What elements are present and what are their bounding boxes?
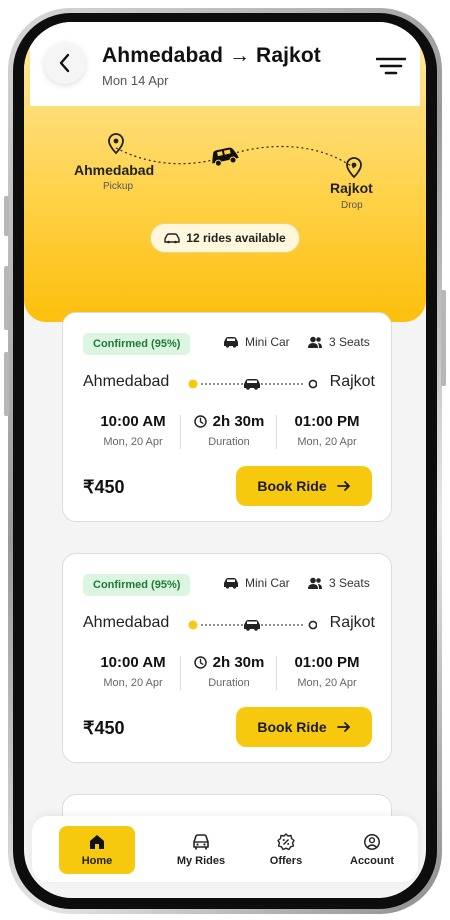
bottom-navigation: Home My Rides Offers Account bbox=[32, 816, 418, 882]
divider bbox=[276, 656, 277, 690]
divider bbox=[276, 415, 277, 449]
ride-price: ₹450 bbox=[83, 718, 125, 738]
duration-text: 2h 30m bbox=[212, 413, 265, 430]
arrow-right-icon bbox=[336, 481, 350, 491]
arrival-date: Mon, 20 Apr bbox=[297, 436, 357, 448]
account-icon bbox=[364, 834, 380, 850]
phone-side-button bbox=[441, 290, 446, 386]
car-icon bbox=[193, 834, 209, 850]
phone-side-button bbox=[4, 352, 9, 416]
travel-date: Mon 14 Apr bbox=[102, 73, 169, 88]
duration-label: Duration bbox=[208, 677, 250, 689]
destination-city: Rajkot bbox=[330, 180, 373, 196]
nav-account[interactable]: Account bbox=[334, 826, 410, 874]
phone-side-button bbox=[4, 266, 9, 330]
back-button[interactable] bbox=[44, 42, 86, 84]
ride-times: 10:00 AM Mon, 20 Apr 2h 30m Duration 01:… bbox=[83, 413, 375, 453]
vehicle-type: Mini Car bbox=[223, 335, 290, 349]
car-icon bbox=[164, 233, 180, 244]
filter-button[interactable] bbox=[375, 56, 407, 76]
departure-date: Mon, 20 Apr bbox=[103, 677, 163, 689]
departure-time: 10:00 AM bbox=[100, 654, 166, 671]
divider bbox=[180, 415, 181, 449]
seat-count: 3 Seats bbox=[307, 335, 370, 349]
seat-count: 3 Seats bbox=[307, 576, 370, 590]
car-icon bbox=[224, 337, 238, 348]
car-icon bbox=[224, 578, 238, 589]
ride-card[interactable]: Confirmed (95%) Mini Car 3 Seats Ahmedab… bbox=[62, 312, 392, 522]
ride-destination: Rajkot bbox=[329, 373, 375, 390]
nav-my-rides-label: My Rides bbox=[176, 855, 226, 867]
nav-home-label: Home bbox=[81, 855, 113, 867]
seats-icon bbox=[308, 336, 322, 348]
filter-icon bbox=[375, 57, 407, 75]
clock-icon bbox=[193, 415, 207, 428]
vehicle-label: Mini Car bbox=[245, 335, 290, 349]
origin-city: Ahmedabad bbox=[74, 162, 155, 178]
nav-offers[interactable]: Offers bbox=[248, 826, 324, 874]
home-icon bbox=[90, 835, 104, 849]
duration-value: 2h 30m bbox=[183, 413, 275, 430]
page-title: Ahmedabad → Rajkot bbox=[102, 44, 321, 67]
departure-time: 10:00 AM bbox=[100, 413, 166, 430]
nav-my-rides[interactable]: My Rides bbox=[163, 826, 239, 874]
top-bar: Ahmedabad → Rajkot Mon 14 Apr bbox=[30, 22, 420, 106]
phone-side-button bbox=[4, 196, 9, 236]
route-line-icon bbox=[188, 620, 317, 631]
route-line-icon bbox=[188, 379, 317, 390]
rides-available-pill: 12 rides available bbox=[150, 223, 300, 253]
ride-times: 10:00 AM Mon, 20 Apr 2h 30m Duration 01:… bbox=[83, 654, 375, 694]
seats-label: 3 Seats bbox=[329, 576, 370, 590]
nav-home[interactable]: Home bbox=[59, 826, 135, 874]
ride-origin: Ahmedabad bbox=[83, 373, 170, 390]
divider bbox=[180, 656, 181, 690]
ride-origin: Ahmedabad bbox=[83, 614, 170, 631]
clock-icon bbox=[193, 656, 207, 669]
arrival-date: Mon, 20 Apr bbox=[297, 677, 357, 689]
nav-offers-label: Offers bbox=[269, 855, 303, 867]
destination-label: Drop bbox=[341, 200, 363, 211]
ride-route: Ahmedabad Rajkot bbox=[83, 614, 375, 636]
chevron-left-icon bbox=[59, 53, 70, 73]
duration-label: Duration bbox=[208, 436, 250, 448]
arrow-right-icon bbox=[336, 722, 350, 732]
app-screen: Ahmedabad → Rajkot Mon 14 Apr Ahmedabad … bbox=[24, 22, 426, 898]
book-ride-label: Book Ride bbox=[257, 719, 327, 735]
arrival-time: 01:00 PM bbox=[294, 413, 360, 430]
ride-destination: Rajkot bbox=[329, 614, 375, 631]
ride-route: Ahmedabad Rajkot bbox=[83, 373, 375, 395]
nav-account-label: Account bbox=[350, 855, 394, 867]
ride-price: ₹450 bbox=[83, 477, 125, 497]
status-badge: Confirmed (95%) bbox=[83, 333, 191, 355]
arrival-time: 01:00 PM bbox=[294, 654, 360, 671]
book-ride-button[interactable]: Book Ride bbox=[236, 707, 372, 747]
departure-date: Mon, 20 Apr bbox=[103, 436, 163, 448]
seats-icon bbox=[308, 577, 322, 589]
duration-value: 2h 30m bbox=[183, 654, 275, 671]
ride-card[interactable]: Confirmed (95%) Mini Car 3 Seats Ahmedab… bbox=[62, 553, 392, 763]
seats-label: 3 Seats bbox=[329, 335, 370, 349]
origin-label: Pickup bbox=[103, 181, 134, 192]
book-ride-button[interactable]: Book Ride bbox=[236, 466, 372, 506]
status-badge: Confirmed (95%) bbox=[83, 574, 191, 596]
offer-icon bbox=[277, 833, 295, 851]
car-icon bbox=[212, 147, 239, 167]
vehicle-type: Mini Car bbox=[223, 576, 290, 590]
book-ride-label: Book Ride bbox=[257, 478, 327, 494]
rides-available-count: 12 rides available bbox=[186, 231, 286, 245]
vehicle-label: Mini Car bbox=[245, 576, 290, 590]
duration-text: 2h 30m bbox=[212, 654, 265, 671]
